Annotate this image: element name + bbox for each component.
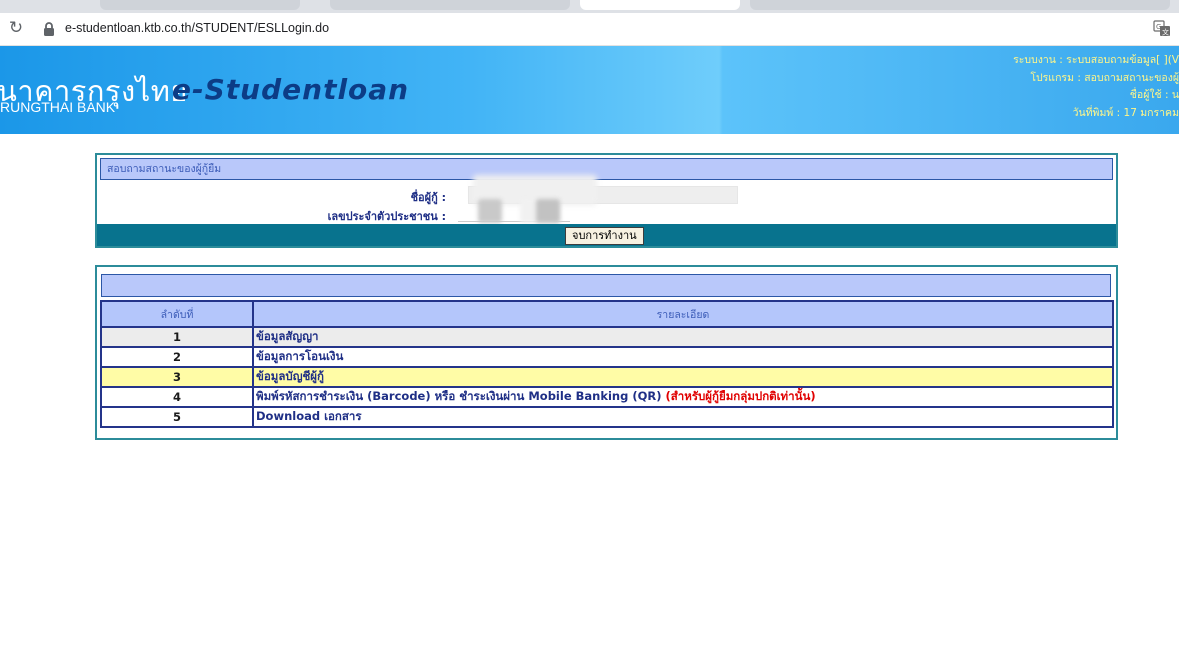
browser-tab[interactable] <box>750 0 1170 10</box>
row-number: 1 <box>100 326 254 348</box>
row-number: 3 <box>100 366 254 388</box>
redaction-blur <box>536 199 560 223</box>
user-line: ชื่อผู้ใช้ : น <box>1129 89 1179 101</box>
browser-toolbar: ↻ e-studentloan.ktb.co.th/STUDENT/ESLLog… <box>0 13 1179 46</box>
row-number: 5 <box>100 406 254 428</box>
reload-icon[interactable]: ↻ <box>6 18 26 38</box>
svg-text:G: G <box>1156 23 1161 31</box>
bank-logo-english: RUNGTHAI BANK <box>0 99 116 115</box>
address-bar-url[interactable]: e-studentloan.ktb.co.th/STUDENT/ESLLogin… <box>65 21 329 35</box>
row-number: 4 <box>100 386 254 408</box>
print-date-line: วันที่พิมพ์ : 17 มกราคม <box>1072 106 1179 119</box>
system-info: ระบบงาน : ระบบสอบถามข้อมูล[ ](V โปรแกรม … <box>939 52 1179 122</box>
redaction-blur <box>478 199 502 223</box>
action-bar: จบการทำงาน <box>97 224 1116 246</box>
lock-icon[interactable] <box>42 21 56 37</box>
table-header-row: ลำดับที่ รายละเอียด <box>100 300 1114 328</box>
menu-panel: ลำดับที่ รายละเอียด 1 ข้อมูลสัญญา 2 ข้อม… <box>95 265 1118 440</box>
row-detail: Download เอกสาร <box>252 406 1114 428</box>
row-detail: ข้อมูลสัญญา <box>252 326 1114 348</box>
menu-link-transfer[interactable]: ข้อมูลการโอนเงิน <box>256 349 343 363</box>
browser-tab-active[interactable] <box>580 0 740 10</box>
row-detail: ข้อมูลบัญชีผู้กู้ <box>252 366 1114 388</box>
menu-link-download[interactable]: Download เอกสาร <box>256 409 362 423</box>
row-number: 2 <box>100 346 254 368</box>
row-detail: ข้อมูลการโอนเงิน <box>252 346 1114 368</box>
menu-link-contract[interactable]: ข้อมูลสัญญา <box>256 329 318 343</box>
row-detail: พิมพ์รหัสการชำระเงิน (Barcode) หรือ ชำระ… <box>252 386 1114 408</box>
normal-group-note: (สำหรับผู้กู้ยืมกลุ่มปกติเท่านั้น) <box>665 389 816 403</box>
system-line: ระบบงาน : ระบบสอบถามข้อมูล[ ](V <box>1013 54 1179 66</box>
program-line: โปรแกรม : สอบถามสถานะของผู้ <box>1030 71 1179 84</box>
translate-icon[interactable]: G 文 <box>1153 20 1171 37</box>
menu-link-payment-code[interactable]: พิมพ์รหัสการชำระเงิน (Barcode) หรือ ชำระ… <box>256 389 666 403</box>
citizen-id-label: เลขประจำตัวประชาชน : <box>327 210 446 223</box>
column-header-no: ลำดับที่ <box>100 300 254 328</box>
svg-text:文: 文 <box>1162 28 1169 37</box>
table-row[interactable]: 2 ข้อมูลการโอนเงิน <box>100 346 1114 368</box>
panel-title: สอบถามสถานะของผู้กู้ยืม <box>100 158 1113 180</box>
table-row[interactable]: 4 พิมพ์รหัสการชำระเงิน (Barcode) หรือ ชำ… <box>100 386 1114 408</box>
menu-panel-title-bar <box>101 274 1111 297</box>
table-row[interactable]: 5 Download เอกสาร <box>100 406 1114 428</box>
app-name-logo: e-Studentloan <box>172 73 410 106</box>
end-session-button[interactable]: จบการทำงาน <box>565 227 644 245</box>
table-row[interactable]: 3 ข้อมูลบัญชีผู้กู้ <box>100 366 1114 388</box>
site-header-banner: นาคารกรุงไทย RUNGTHAI BANK e-Studentloan… <box>0 46 1179 134</box>
menu-link-account[interactable]: ข้อมูลบัญชีผู้กู้ <box>256 369 324 383</box>
menu-table: ลำดับที่ รายละเอียด 1 ข้อมูลสัญญา 2 ข้อม… <box>100 300 1114 428</box>
table-row[interactable]: 1 ข้อมูลสัญญา <box>100 326 1114 348</box>
borrower-name-label: ชื่อผู้กู้ : <box>410 191 446 204</box>
browser-tab-strip <box>0 0 1179 13</box>
column-header-detail: รายละเอียด <box>252 300 1114 328</box>
browser-tab[interactable] <box>330 0 570 10</box>
browser-tab[interactable] <box>100 0 300 10</box>
borrower-status-panel: สอบถามสถานะของผู้กู้ยืม ชื่อผู้กู้ : เลข… <box>95 153 1118 248</box>
